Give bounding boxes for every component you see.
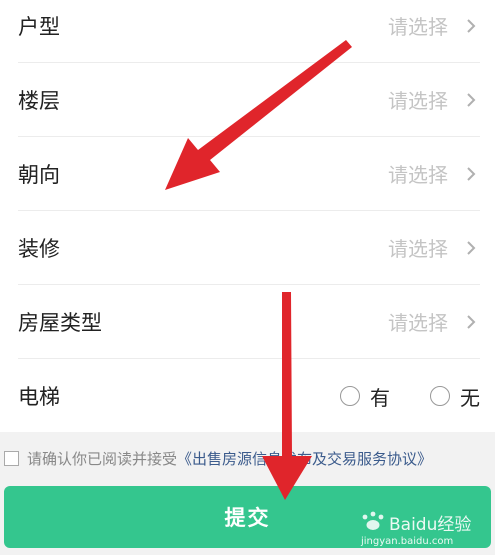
chevron-right-icon [467,92,476,107]
agreement-text: 请确认你已阅读并接受 [27,449,178,468]
watermark-url: jingyan.baidu.com [360,536,453,547]
row-decoration[interactable]: 装修 请选择 [18,211,480,285]
agreement-link[interactable]: 《出售房源信息发布及交易服务协议》 [177,448,432,469]
placeholder-floor: 请选择 [388,89,448,113]
select-house-type[interactable]: 请选择 [388,11,480,40]
baidu-jingyan-watermark: Baidu经验 jingyan.baidu.com [360,511,471,547]
radio-no-label: 无 [460,385,480,410]
elevator-option-no[interactable]: 无 [430,382,480,411]
select-property-type[interactable]: 请选择 [388,307,480,336]
chevron-right-icon [467,314,476,329]
row-house-type[interactable]: 户型 请选择 [18,0,480,63]
placeholder-house-type: 请选择 [388,15,448,39]
watermark-brand: Baidu经验 [389,515,471,535]
row-orientation[interactable]: 朝向 请选择 [18,137,480,211]
select-orientation[interactable]: 请选择 [388,159,480,188]
radio-yes-label: 有 [370,385,390,410]
row-elevator: 电梯 有 无 [18,359,480,433]
radio-yes[interactable] [340,386,360,406]
agreement-checkbox[interactable] [4,450,19,466]
row-label-decoration: 装修 [18,236,60,261]
chevron-right-icon [467,18,476,33]
agreement-line: 请确认你已阅读并接受 《出售房源信息发布及交易服务协议》 [4,446,492,470]
elevator-option-yes[interactable]: 有 [340,382,390,411]
placeholder-decoration: 请选择 [388,237,448,261]
select-floor[interactable]: 请选择 [388,85,480,114]
radio-no[interactable] [430,386,450,406]
elevator-radio-group: 有 无 [300,382,480,411]
submit-label: 提交 [224,506,271,530]
chevron-right-icon [467,166,476,181]
row-label-floor: 楼层 [18,88,60,113]
row-property-type[interactable]: 房屋类型 请选择 [18,285,480,359]
row-label-house-type: 户型 [18,14,60,39]
row-label-property-type: 房屋类型 [18,310,102,335]
row-label-orientation: 朝向 [18,162,60,187]
row-label-elevator: 电梯 [18,385,60,409]
row-floor[interactable]: 楼层 请选择 [18,63,480,137]
placeholder-property-type: 请选择 [388,311,448,335]
chevron-right-icon [467,240,476,255]
placeholder-orientation: 请选择 [388,163,448,187]
select-decoration[interactable]: 请选择 [388,233,480,262]
